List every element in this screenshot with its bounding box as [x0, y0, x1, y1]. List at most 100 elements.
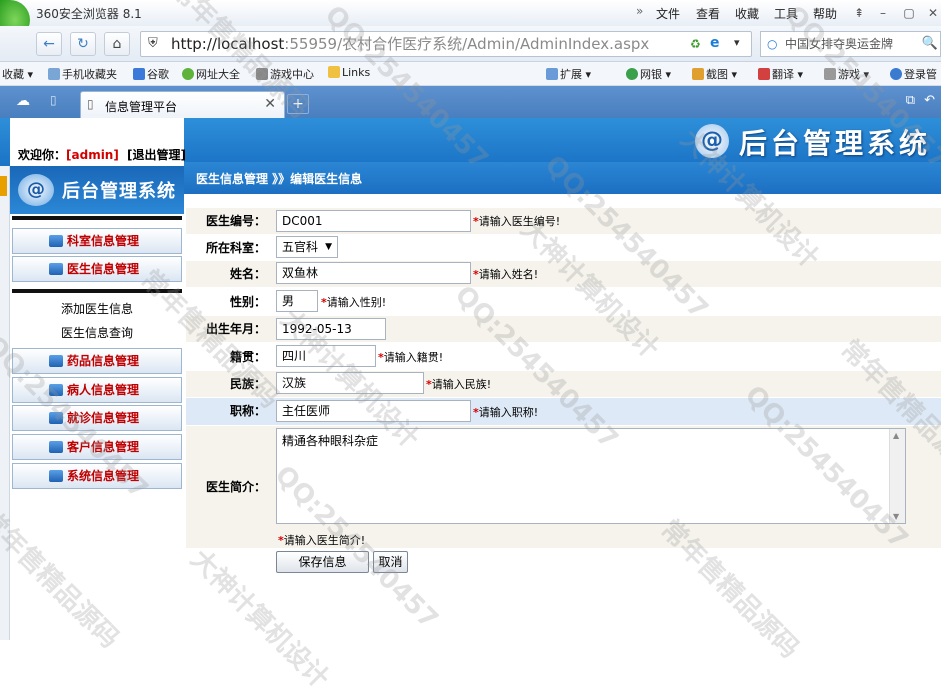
side-logo-icon: @ — [18, 174, 54, 206]
shield-icon: ⛨ — [148, 36, 158, 51]
title-label: 职称： — [229, 404, 266, 418]
nav-icon — [49, 263, 63, 275]
ethnic-input[interactable]: 汉族 — [276, 372, 424, 394]
nav-icon — [49, 441, 63, 453]
gender-input[interactable]: 男 — [276, 290, 318, 312]
nav-system[interactable]: 系统信息管理 — [12, 463, 182, 489]
save-button[interactable]: 保存信息 — [276, 551, 369, 573]
nav-visit[interactable]: 就诊信息管理 — [12, 405, 182, 431]
tool-extensions[interactable]: 扩展 ▾ — [546, 66, 591, 82]
search-engine-icon: ○ — [767, 37, 778, 51]
nav-drug[interactable]: 药品信息管理 — [12, 348, 182, 374]
cancel-button[interactable]: 取消 — [373, 551, 408, 573]
search-text: 中国女排夺奥运金牌 — [785, 37, 894, 51]
fav-links[interactable]: Links — [328, 66, 370, 79]
ethnic-hint: *请输入民族! — [426, 378, 492, 391]
back-icon[interactable]: ← — [36, 32, 62, 56]
welcome-text: 欢迎你：[admin] [退出管理] — [18, 146, 186, 163]
nav-doctor[interactable]: 医生信息管理 — [12, 256, 182, 282]
pin-icon[interactable]: ⇞ — [848, 4, 870, 22]
search-icon[interactable]: 🔍 — [921, 32, 938, 56]
nav-sub-query-doctor[interactable]: 医生信息查询 — [12, 322, 182, 344]
menu-tools[interactable]: 工具 — [774, 5, 798, 22]
tab-active[interactable]: ▯ 信息管理平台 ✕ — [80, 91, 285, 118]
fav-games[interactable]: 游戏中心 — [256, 66, 314, 82]
url-input[interactable]: ⛨ http://localhost:55959/农村合作医疗系统/Admin/… — [140, 31, 752, 57]
menu-favorites[interactable]: 收藏 — [735, 5, 759, 22]
minimize-icon[interactable]: – — [872, 4, 894, 22]
intro-label: 医生简介： — [186, 426, 274, 548]
intro-textarea[interactable]: 精通各种眼科杂症 — [276, 428, 906, 524]
page-icon: ▯ — [87, 97, 94, 111]
title-input[interactable]: 主任医师 — [276, 400, 471, 422]
divider — [12, 216, 182, 220]
close-tab-icon[interactable]: ✕ — [264, 96, 276, 112]
origin-hint: *请输入籍贯! — [378, 351, 444, 364]
breadcrumb: 医生信息管理 》》编辑医生信息 — [196, 172, 363, 186]
tool-screenshot[interactable]: 截图 ▾ — [692, 66, 737, 82]
new-tab-button[interactable]: + — [287, 94, 309, 114]
fav-mobile[interactable]: 手机收藏夹 — [48, 66, 117, 82]
cloud-icon[interactable]: ☁ — [16, 93, 30, 109]
birth-input[interactable]: 1992-05-13 — [276, 318, 386, 340]
browser-titlebar: 360安全浏览器 8.1 » 文件 查看 收藏 工具 帮助 ⇞ – ▢ ✕ — [0, 0, 941, 40]
doctor-id-hint: *请输入医生编号! — [473, 215, 561, 228]
favorites-bar: 收藏 ▾ 手机收藏夹 谷歌 网址大全 游戏中心 Links 扩展 ▾ 网银 ▾ … — [0, 62, 941, 86]
doctor-id-input[interactable]: DC001 — [276, 210, 471, 232]
intro-hint: *请输入医生简介! — [278, 534, 366, 547]
browser-title: 360安全浏览器 8.1 — [36, 7, 142, 21]
recycle-icon[interactable]: ♻ — [690, 37, 701, 51]
tab-bar: ☁ ▯ ▯ 信息管理平台 ✕ + ⧉ ↶ — [0, 86, 941, 118]
maximize-icon[interactable]: ▢ — [898, 4, 920, 22]
tool-bank[interactable]: 网银 ▾ — [626, 66, 671, 82]
tool-translate[interactable]: 翻译 ▾ — [758, 66, 803, 82]
gender-hint: *请输入性别! — [321, 296, 387, 309]
ie-mode-icon[interactable]: e — [710, 35, 720, 51]
more-icon[interactable]: » — [636, 4, 643, 18]
side-logo: @ 后台管理系统 — [10, 166, 184, 214]
origin-label: 籍贯： — [186, 345, 274, 369]
side-tool-icon-2[interactable] — [0, 176, 7, 196]
fav-google[interactable]: 谷歌 — [133, 66, 169, 82]
title-hint: *请输入职称! — [473, 406, 539, 419]
refresh-icon[interactable]: ↻ — [70, 32, 96, 56]
tool-login[interactable]: 登录管 — [890, 66, 937, 82]
dept-select[interactable]: 五官科 ▼ — [276, 236, 338, 258]
nav-icon — [49, 384, 63, 396]
fav-collect[interactable]: 收藏 ▾ — [2, 66, 33, 82]
restore-icon[interactable]: ⧉ — [906, 93, 915, 108]
at-logo-icon: @ — [695, 124, 729, 158]
origin-input[interactable]: 四川 — [276, 345, 376, 367]
chevron-down-icon: ▼ — [325, 242, 332, 252]
birth-label: 出生年月： — [186, 316, 274, 342]
menu-view[interactable]: 查看 — [696, 5, 720, 22]
nav-customer[interactable]: 客户信息管理 — [12, 434, 182, 460]
welcome-prefix: 欢迎你： — [18, 148, 67, 162]
fav-directory[interactable]: 网址大全 — [182, 66, 240, 82]
divider — [12, 289, 182, 293]
nav-icon — [49, 355, 63, 367]
tool-games[interactable]: 游戏 ▾ — [824, 66, 869, 82]
name-label: 姓名： — [186, 261, 274, 287]
tab-list-icon[interactable]: ▯ — [50, 93, 57, 107]
undo-icon[interactable]: ↶ — [924, 93, 935, 108]
nav-patient[interactable]: 病人信息管理 — [12, 377, 182, 403]
logout-link[interactable]: [退出管理] — [127, 148, 186, 162]
app-brand: 后台管理系统 — [738, 127, 931, 160]
address-toolbar: ← ↻ ⌂ ⛨ http://localhost:55959/农村合作医疗系统/… — [0, 26, 941, 62]
dropdown-arrow-icon[interactable]: ▾ — [734, 36, 740, 49]
menu-help[interactable]: 帮助 — [813, 5, 837, 22]
menu-file[interactable]: 文件 — [656, 5, 680, 22]
nav-dept[interactable]: 科室信息管理 — [12, 228, 182, 254]
textarea-scrollbar[interactable]: ▲ ▼ — [889, 429, 905, 523]
gender-label: 性别： — [186, 290, 274, 314]
close-window-icon[interactable]: ✕ — [922, 4, 941, 22]
name-input[interactable]: 双鱼林 — [276, 262, 471, 284]
home-icon[interactable]: ⌂ — [104, 32, 130, 56]
nav-icon — [49, 235, 63, 247]
search-input[interactable]: ○ 中国女排夺奥运金牌 🔍 — [760, 31, 941, 57]
nav-sub-add-doctor[interactable]: 添加医生信息 — [12, 298, 182, 320]
tab-title: 信息管理平台 — [105, 100, 178, 114]
welcome-user: [admin] — [66, 148, 119, 162]
left-edge-strip — [0, 118, 10, 640]
